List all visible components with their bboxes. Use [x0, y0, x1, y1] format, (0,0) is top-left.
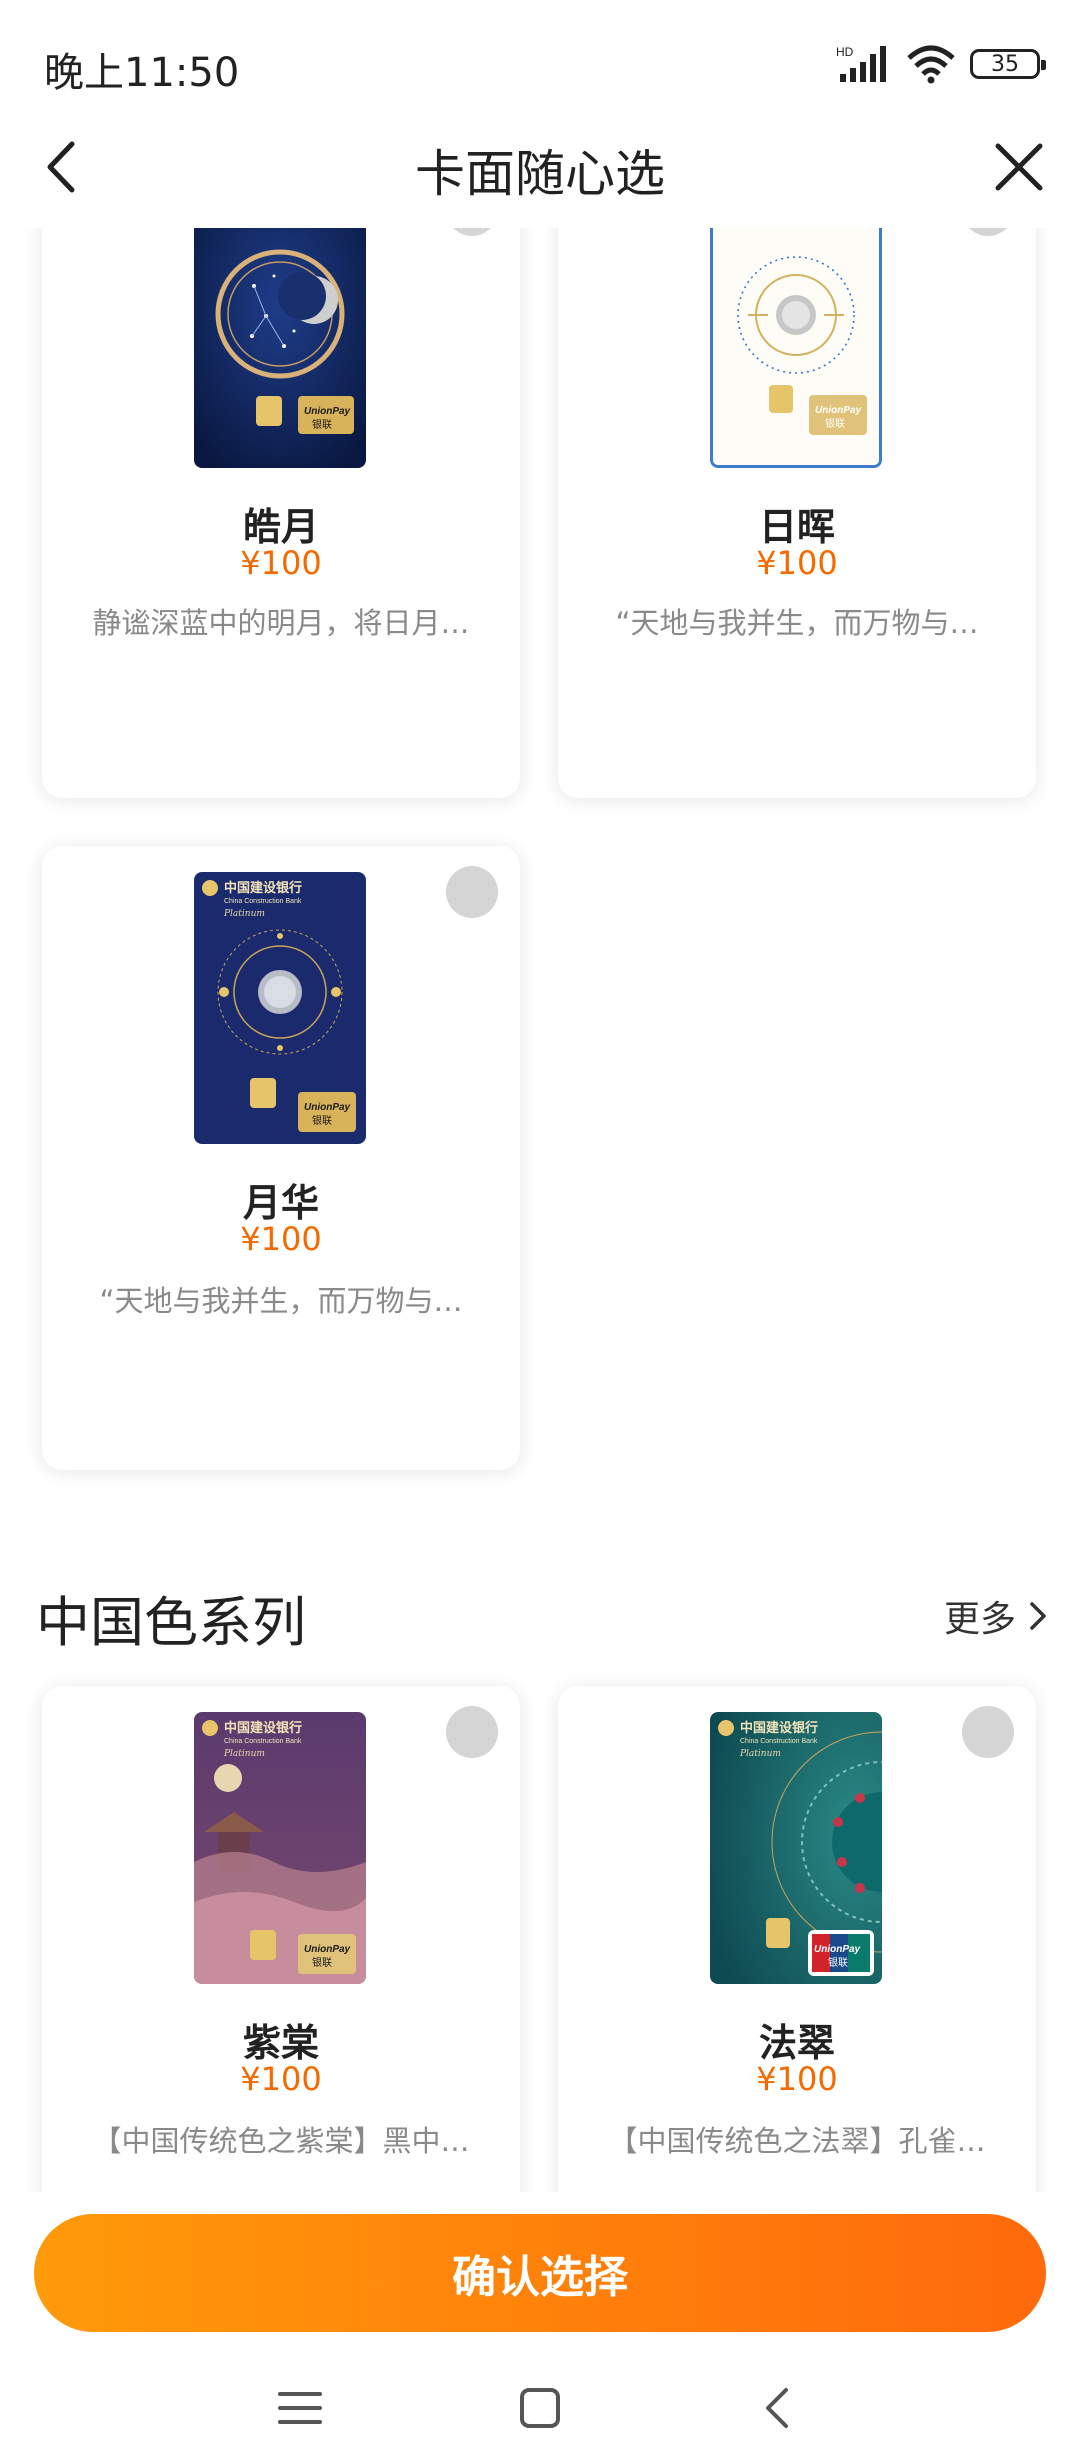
card-desc: “天地与我并生，而万物与…: [99, 1284, 463, 1318]
section-title: 中国色系列: [36, 1591, 306, 1654]
battery-level: 35: [991, 51, 1019, 77]
nav-bar: 卡面随心选: [0, 110, 1080, 228]
card-face-haoyue: Platinum UnionPay 银联: [194, 228, 366, 468]
card-name: 紫棠: [242, 2021, 319, 2065]
card-bank-en-text: China Construction Bank: [740, 1738, 818, 1745]
card-name: 日晖: [758, 505, 835, 549]
unionpay-logo: UnionPay: [304, 1944, 351, 1955]
unionpay-cn-logo: 银联: [828, 1956, 848, 1969]
card-face-yuehua: 中国建设银行 China Construction Bank Platinum …: [194, 872, 366, 1144]
select-radio[interactable]: [446, 866, 498, 918]
card-name: 月华: [242, 1181, 319, 1225]
menu-icon[interactable]: [270, 2378, 330, 2438]
unionpay-logo: UnionPay: [304, 1102, 351, 1113]
close-icon[interactable]: [984, 132, 1054, 202]
select-radio[interactable]: [446, 1706, 498, 1758]
more-label: 更多: [943, 1599, 1016, 1640]
card-tile-haoyue[interactable]: Platinum UnionPay 银联 皓月 ¥100 静谧深蓝中的明月，将日…: [42, 228, 520, 798]
card-list[interactable]: Platinum UnionPay 银联 皓月 ¥100 静谧深蓝中的明月，将日…: [0, 228, 1080, 2192]
system-nav-bar: [0, 2348, 1080, 2460]
card-tile-facui[interactable]: 中国建设银行 China Construction Bank Platinum …: [558, 1686, 1036, 2192]
card-desc: “天地与我并生，而万物与…: [615, 606, 979, 640]
select-radio[interactable]: [446, 228, 498, 236]
card-bank-en-text: China Construction Bank: [224, 1738, 302, 1745]
unionpay-cn-logo: 银联: [312, 418, 332, 431]
card-price: ¥100: [756, 2060, 838, 2098]
card-price: ¥100: [240, 2060, 322, 2098]
card-tier-text: Platinum: [739, 1749, 781, 1759]
chevron-right-icon: [1030, 1602, 1046, 1630]
unionpay-cn-logo: 银联: [312, 1114, 332, 1127]
card-tile-rihui[interactable]: China Construction Bank Platinum UnionPa…: [558, 228, 1036, 798]
card-name: 法翠: [758, 2021, 835, 2065]
card-price: ¥100: [240, 1220, 322, 1258]
card-bank-text: 中国建设银行: [224, 1720, 302, 1736]
card-bank-text: 中国建设银行: [224, 880, 302, 896]
select-radio[interactable]: [962, 228, 1014, 236]
card-bank-text: 中国建设银行: [740, 1720, 818, 1736]
card-price: ¥100: [240, 544, 322, 582]
more-link[interactable]: 更多: [944, 1590, 1050, 1642]
card-desc: 【中国传统色之法翠】孔雀…: [608, 2124, 986, 2158]
status-time: 晚上11:50: [44, 50, 240, 96]
card-desc: 静谧深蓝中的明月，将日月…: [92, 606, 470, 640]
card-tier-text: Platinum: [223, 909, 265, 919]
confirm-button[interactable]: 确认选择: [34, 2214, 1046, 2332]
unionpay-cn-logo: 银联: [825, 417, 845, 430]
unionpay-logo: UnionPay: [815, 405, 862, 416]
status-icons: HD 35: [836, 44, 1046, 84]
card-tile-yuehua[interactable]: 中国建设银行 China Construction Bank Platinum …: [42, 846, 520, 1470]
card-desc: 【中国传统色之紫棠】黑中…: [92, 2124, 470, 2158]
unionpay-cn-logo: 银联: [312, 1956, 332, 1969]
card-tile-zitang[interactable]: 中国建设银行 China Construction Bank Platinum …: [42, 1686, 520, 2192]
card-tier-text: Platinum: [223, 1749, 265, 1759]
card-name: 皓月: [242, 505, 319, 549]
unionpay-logo: UnionPay: [814, 1944, 861, 1955]
back-icon[interactable]: [750, 2378, 810, 2438]
select-radio[interactable]: [962, 1706, 1014, 1758]
battery-icon: 35: [970, 49, 1046, 79]
card-face-zitang: 中国建设银行 China Construction Bank Platinum …: [194, 1712, 366, 1984]
unionpay-logo: UnionPay: [304, 406, 351, 417]
home-icon[interactable]: [510, 2378, 570, 2438]
card-bank-en-text: China Construction Bank: [224, 898, 302, 905]
card-face-facui: 中国建设银行 China Construction Bank Platinum …: [710, 1712, 882, 1984]
signal-icon: HD: [836, 45, 886, 82]
svg-text:HD: HD: [836, 45, 854, 59]
card-price: ¥100: [756, 544, 838, 582]
card-face-rihui: China Construction Bank Platinum UnionPa…: [710, 228, 882, 468]
page-title: 卡面随心选: [415, 145, 665, 203]
wifi-icon: [907, 45, 955, 84]
